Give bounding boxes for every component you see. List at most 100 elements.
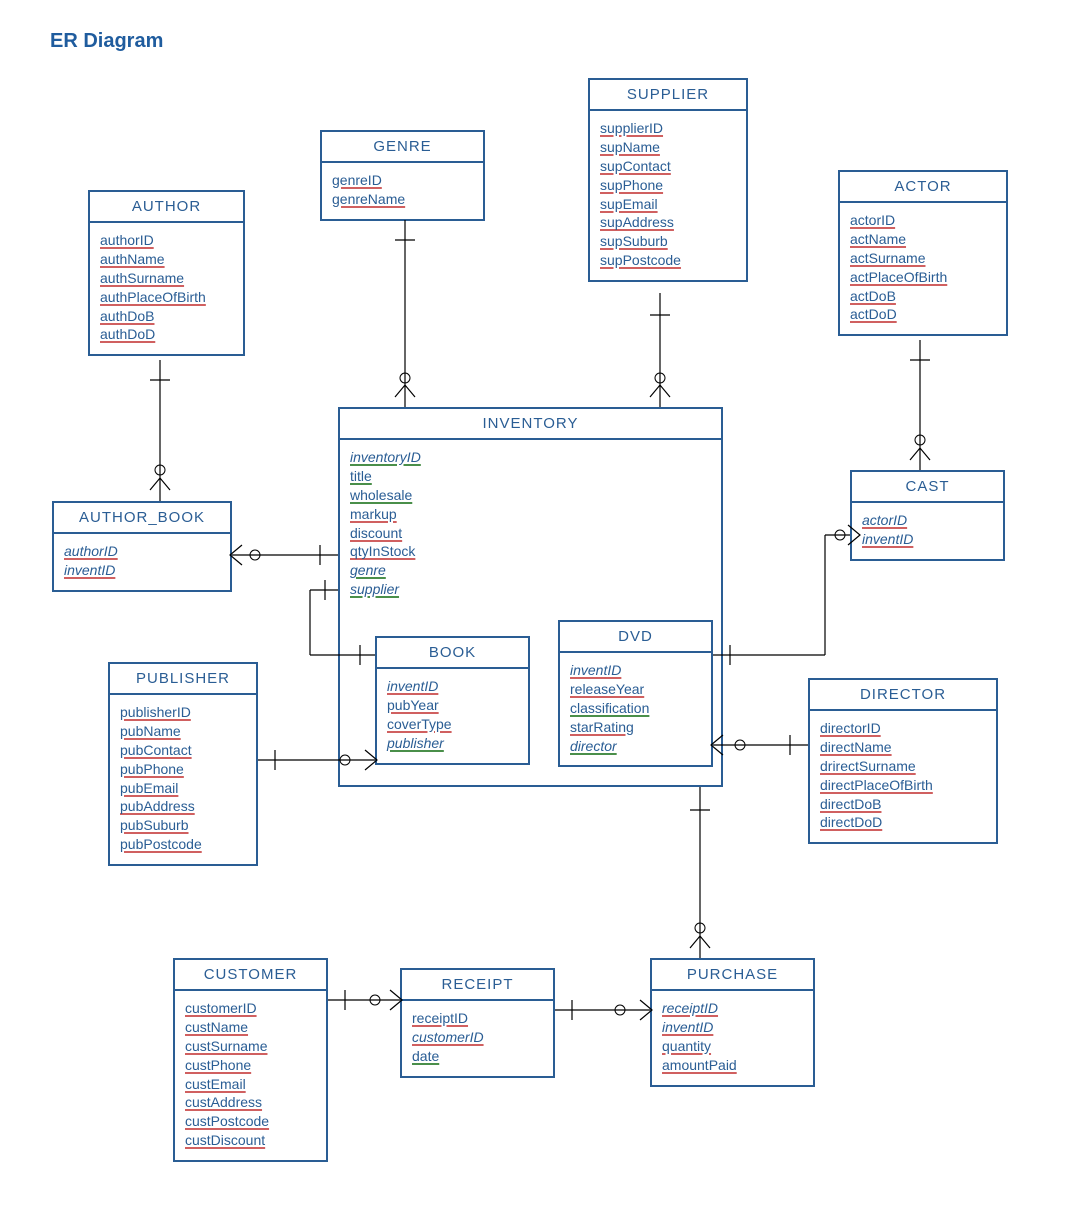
attr: supplierID [600, 119, 736, 138]
attr: authPlaceOfBirth [100, 288, 233, 307]
attr: supPostcode [600, 251, 736, 270]
attr: authorID [100, 231, 233, 250]
attr: custPhone [185, 1056, 316, 1075]
attr: actSurname [850, 249, 996, 268]
attr: customerID [185, 999, 316, 1018]
entity-publisher-header: PUBLISHER [110, 664, 256, 695]
attr: inventID [387, 677, 518, 696]
entity-supplier: SUPPLIER supplierID supName supContact s… [588, 78, 748, 282]
attr: directDoD [820, 813, 986, 832]
entity-book: BOOK inventID pubYear coverType publishe… [375, 636, 530, 765]
attr: supContact [600, 157, 736, 176]
entity-genre: GENRE genreID genreName [320, 130, 485, 221]
attr: authorID [64, 542, 220, 561]
attr: custEmail [185, 1075, 316, 1094]
entity-customer-header: CUSTOMER [175, 960, 326, 991]
attr: supName [600, 138, 736, 157]
attr: classification [570, 699, 701, 718]
attr: inventID [862, 530, 993, 549]
attr: authDoD [100, 325, 233, 344]
attr: title [350, 467, 711, 486]
attr: genreID [332, 171, 473, 190]
attr: wholesale [350, 486, 711, 505]
attr: pubPhone [120, 760, 246, 779]
attr: actorID [862, 511, 993, 530]
attr: pubContact [120, 741, 246, 760]
attr: releaseYear [570, 680, 701, 699]
attr: supplier [350, 580, 711, 599]
attr: authSurname [100, 269, 233, 288]
attr: pubEmail [120, 779, 246, 798]
entity-actor: ACTOR actorID actName actSurname actPlac… [838, 170, 1008, 336]
attr: qtyInStock [350, 542, 711, 561]
page-title: ER Diagram [50, 30, 163, 53]
attr: quantity [662, 1037, 803, 1056]
entity-purchase: PURCHASE receiptID inventID quantity amo… [650, 958, 815, 1087]
attr: publisherID [120, 703, 246, 722]
attr: custSurname [185, 1037, 316, 1056]
attr: coverType [387, 715, 518, 734]
entity-author: AUTHOR authorID authName authSurname aut… [88, 190, 245, 356]
entity-genre-header: GENRE [322, 132, 483, 163]
entity-dvd: DVD inventID releaseYear classification … [558, 620, 713, 767]
attr: amountPaid [662, 1056, 803, 1075]
attr: supPhone [600, 176, 736, 195]
attr: genreName [332, 190, 473, 209]
attr: markup [350, 505, 711, 524]
attr: receiptID [662, 999, 803, 1018]
attr: actPlaceOfBirth [850, 268, 996, 287]
attr: custDiscount [185, 1131, 316, 1150]
attr: supSuburb [600, 232, 736, 251]
entity-author-header: AUTHOR [90, 192, 243, 223]
attr: starRating [570, 718, 701, 737]
entity-dvd-header: DVD [560, 622, 711, 653]
attr: drirectSurname [820, 757, 986, 776]
entity-receipt-header: RECEIPT [402, 970, 553, 1001]
attr: customerID [412, 1028, 543, 1047]
attr: pubAddress [120, 797, 246, 816]
attr: directDoB [820, 795, 986, 814]
entity-book-header: BOOK [377, 638, 528, 669]
attr: supAddress [600, 213, 736, 232]
attr: directorID [820, 719, 986, 738]
attr: custAddress [185, 1093, 316, 1112]
attr: directPlaceOfBirth [820, 776, 986, 795]
attr: publisher [387, 734, 518, 753]
entity-cast-header: CAST [852, 472, 1003, 503]
entity-author-book: AUTHOR_BOOK authorID inventID [52, 501, 232, 592]
attr: inventID [64, 561, 220, 580]
attr: pubName [120, 722, 246, 741]
attr: custPostcode [185, 1112, 316, 1131]
entity-purchase-header: PURCHASE [652, 960, 813, 991]
attr: custName [185, 1018, 316, 1037]
attr: pubPostcode [120, 835, 246, 854]
entity-director: DIRECTOR directorID directName drirectSu… [808, 678, 998, 844]
entity-director-header: DIRECTOR [810, 680, 996, 711]
attr: pubYear [387, 696, 518, 715]
entity-publisher: PUBLISHER publisherID pubName pubContact… [108, 662, 258, 866]
attr: actName [850, 230, 996, 249]
entity-cast: CAST actorID inventID [850, 470, 1005, 561]
attr: director [570, 737, 701, 756]
attr: inventID [570, 661, 701, 680]
attr: pubSuburb [120, 816, 246, 835]
attr: date [412, 1047, 543, 1066]
attr: inventID [662, 1018, 803, 1037]
entity-customer: CUSTOMER customerID custName custSurname… [173, 958, 328, 1162]
entity-inventory-header: INVENTORY [340, 409, 721, 440]
entity-actor-header: ACTOR [840, 172, 1006, 203]
entity-supplier-header: SUPPLIER [590, 80, 746, 111]
attr: actorID [850, 211, 996, 230]
attr: authName [100, 250, 233, 269]
attr: authDoB [100, 307, 233, 326]
attr: actDoD [850, 305, 996, 324]
attr: actDoB [850, 287, 996, 306]
entity-author-book-header: AUTHOR_BOOK [54, 503, 230, 534]
attr: discount [350, 524, 711, 543]
attr: inventoryID [350, 448, 711, 467]
attr: supEmail [600, 195, 736, 214]
attr: genre [350, 561, 711, 580]
attr: directName [820, 738, 986, 757]
entity-receipt: RECEIPT receiptID customerID date [400, 968, 555, 1078]
attr: receiptID [412, 1009, 543, 1028]
